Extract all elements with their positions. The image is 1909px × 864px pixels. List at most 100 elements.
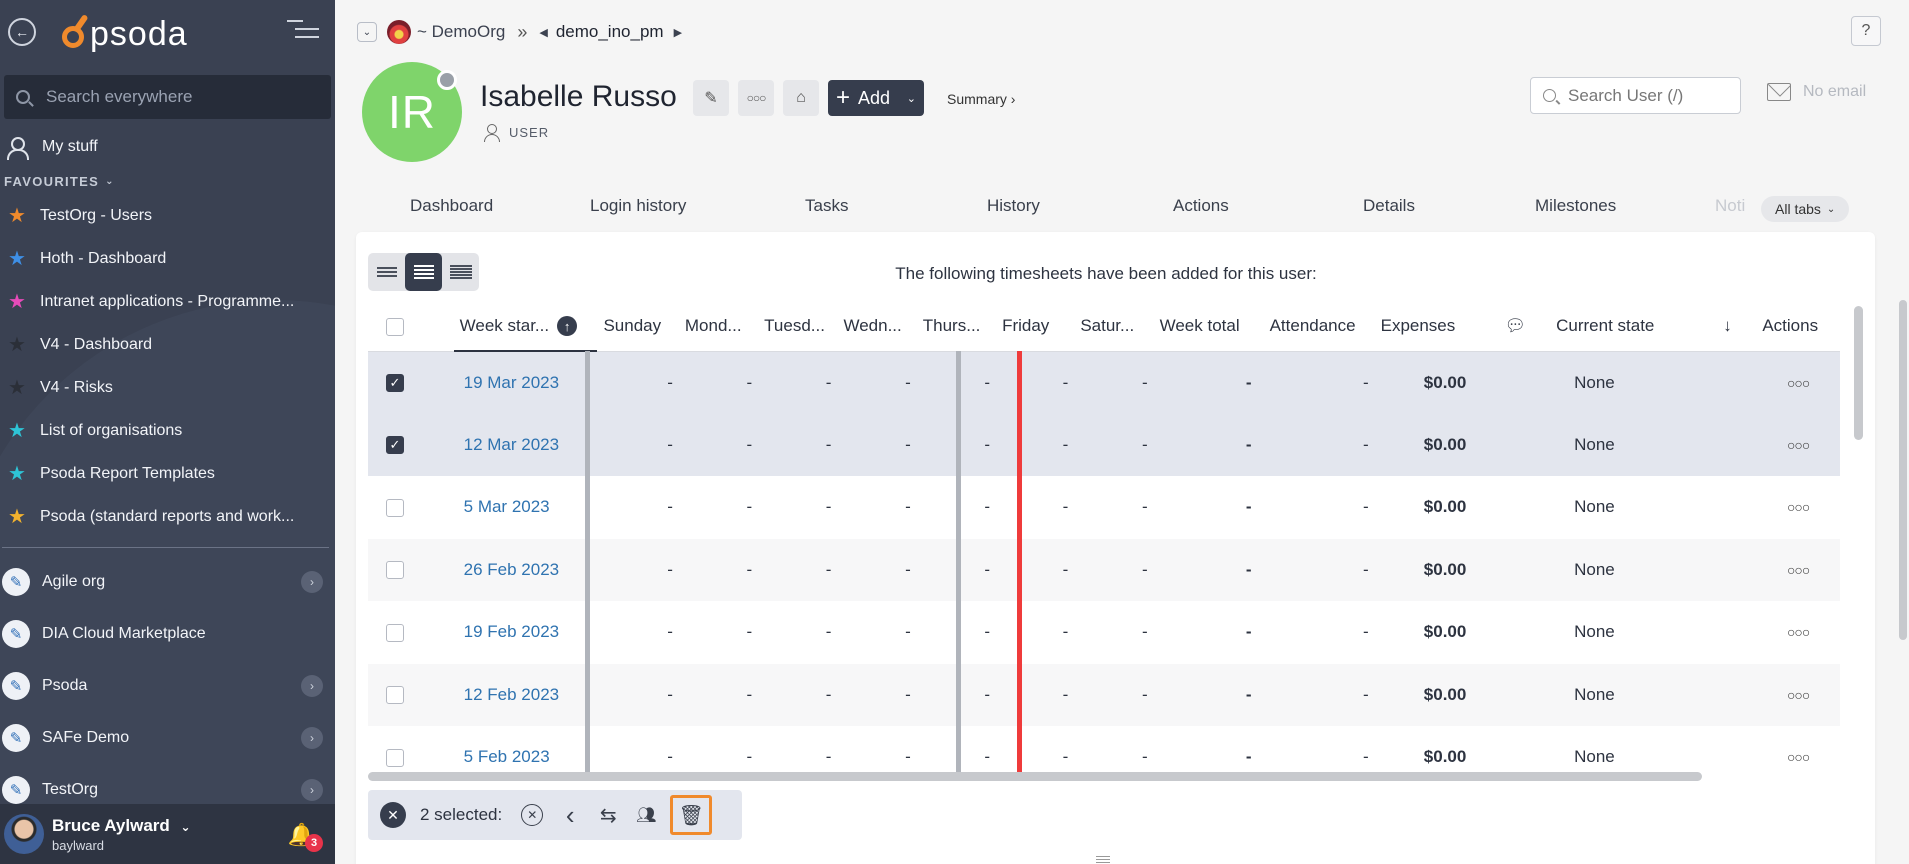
- tab-details[interactable]: Details: [1363, 196, 1415, 216]
- col-thursday[interactable]: Thurs...: [916, 302, 997, 352]
- edit-button[interactable]: ✎: [693, 80, 729, 116]
- tab-notifications[interactable]: Noti: [1715, 196, 1745, 216]
- horizontal-scrollbar[interactable]: [368, 772, 1702, 781]
- week-start-link[interactable]: 12 Mar 2023: [453, 413, 598, 476]
- tab-milestones[interactable]: Milestones: [1535, 196, 1616, 216]
- deselect-button[interactable]: ✕: [521, 804, 544, 826]
- col-wednesday[interactable]: Wedn...: [837, 302, 917, 352]
- collapse-menu-icon[interactable]: [287, 20, 319, 42]
- col-attendance[interactable]: Attendance: [1263, 302, 1375, 352]
- tab-tasks[interactable]: Tasks: [805, 196, 848, 216]
- tab-history[interactable]: History: [987, 196, 1040, 216]
- sidebar-favourite-item[interactable]: ★ V4 - Dashboard: [0, 323, 335, 366]
- row-checkbox[interactable]: ✓: [386, 436, 404, 455]
- summary-link[interactable]: Summary ›: [947, 91, 1015, 107]
- sidebar-favourite-item[interactable]: ★ Psoda Report Templates: [0, 452, 335, 495]
- week-start-link[interactable]: 19 Feb 2023: [454, 601, 598, 664]
- sidebar-favourite-item[interactable]: ★ Hoth - Dashboard: [0, 237, 335, 280]
- more-dots-icon[interactable]: ○○○: [1787, 624, 1810, 640]
- row-actions-cell[interactable]: ○○○: [1756, 726, 1840, 772]
- row-actions-cell[interactable]: ○○○: [1756, 538, 1840, 601]
- col-sunday[interactable]: Sunday: [597, 302, 679, 352]
- sidebar-favourite-item[interactable]: ★ V4 - Risks: [0, 366, 335, 409]
- col-tuesday[interactable]: Tuesd...: [758, 302, 838, 352]
- col-expenses[interactable]: Expenses: [1374, 302, 1481, 352]
- more-dots-icon[interactable]: ○○○: [1787, 375, 1810, 391]
- sidebar-org-item[interactable]: ✎ Psoda ›: [0, 660, 335, 712]
- favourites-heading[interactable]: FAVOURITES ⌄: [0, 168, 335, 194]
- col-monday[interactable]: Mond...: [678, 302, 759, 352]
- sort-ascending-icon[interactable]: ↑: [557, 316, 578, 337]
- help-button[interactable]: ?: [1851, 16, 1881, 46]
- sidebar-favourite-item[interactable]: ★ List of organisations: [0, 409, 335, 452]
- next-arrow-icon[interactable]: ▶: [674, 26, 682, 39]
- breadcrumb-org[interactable]: ~ DemoOrg: [417, 22, 505, 42]
- notifications-bell-icon[interactable]: 🔔 3: [288, 822, 323, 852]
- more-dots-icon[interactable]: ○○○: [1787, 749, 1810, 765]
- back-arrow-icon[interactable]: ←: [8, 18, 36, 46]
- row-select-cell[interactable]: [368, 538, 454, 601]
- tag-button[interactable]: ⌂: [783, 80, 819, 116]
- chevron-right-icon[interactable]: ›: [301, 779, 323, 801]
- user-search-input[interactable]: Search User (/): [1530, 77, 1741, 114]
- more-dots-icon[interactable]: ○○○: [1787, 499, 1810, 515]
- week-start-link[interactable]: 12 Feb 2023: [453, 663, 598, 726]
- select-all-header[interactable]: [368, 302, 454, 352]
- more-dots-icon[interactable]: ○○○: [1787, 687, 1810, 703]
- week-start-link[interactable]: 5 Mar 2023: [454, 476, 598, 539]
- week-start-link[interactable]: 5 Feb 2023: [454, 726, 598, 772]
- row-select-cell[interactable]: [368, 476, 454, 539]
- col-comments[interactable]: 💬︎: [1480, 302, 1551, 352]
- tab-dashboard[interactable]: Dashboard: [410, 196, 493, 216]
- row-select-cell[interactable]: [368, 726, 454, 772]
- move-left-button[interactable]: ‹: [552, 797, 588, 833]
- row-actions-cell[interactable]: ○○○: [1756, 351, 1840, 414]
- clear-selection-button[interactable]: ✕: [380, 802, 406, 828]
- col-friday[interactable]: Friday: [996, 302, 1075, 352]
- col-week-start[interactable]: Week star... ↑: [453, 302, 598, 352]
- col-saturday[interactable]: Satur...: [1074, 302, 1154, 352]
- more-dots-icon[interactable]: ○○○: [1787, 562, 1810, 578]
- row-select-cell[interactable]: ✓: [368, 413, 454, 476]
- row-checkbox[interactable]: [386, 748, 404, 767]
- assign-users-button[interactable]: 👥︎: [628, 797, 664, 833]
- row-select-cell[interactable]: [368, 601, 454, 664]
- psoda-logo[interactable]: psoda: [58, 11, 188, 54]
- sidebar-org-item[interactable]: ✎ SAFe Demo ›: [0, 712, 335, 764]
- chevron-right-icon[interactable]: ›: [301, 571, 323, 593]
- more-dots-icon[interactable]: ○○○: [1787, 437, 1810, 453]
- vertical-scrollbar[interactable]: [1854, 306, 1863, 440]
- row-checkbox[interactable]: [386, 498, 404, 517]
- add-button[interactable]: + Add ⌄: [828, 80, 924, 116]
- sidebar-favourite-item[interactable]: ★ Intranet applications - Programme...: [0, 280, 335, 323]
- current-user-panel[interactable]: Bruce Aylward ⌄ baylward 🔔 3: [0, 804, 335, 864]
- row-checkbox[interactable]: [386, 686, 404, 705]
- sidebar-org-item[interactable]: ✎ Agile org ›: [0, 556, 335, 608]
- sidebar-favourite-item[interactable]: ★ Psoda (standard reports and work...: [0, 495, 335, 538]
- col-week-total[interactable]: Week total: [1153, 302, 1264, 352]
- row-actions-cell[interactable]: ○○○: [1756, 413, 1840, 476]
- week-start-link[interactable]: 19 Mar 2023: [453, 351, 598, 414]
- col-sort[interactable]: ↓: [1717, 302, 1757, 352]
- select-all-checkbox[interactable]: [386, 317, 404, 336]
- breadcrumb-dropdown-chevron-icon[interactable]: ⌄: [357, 22, 377, 42]
- mail-icon[interactable]: [1767, 83, 1791, 101]
- sidebar-org-item[interactable]: ✎ DIA Cloud Marketplace: [0, 608, 335, 660]
- page-scrollbar[interactable]: [1899, 300, 1907, 640]
- delete-button[interactable]: 🗑︎: [670, 795, 713, 835]
- row-actions-cell[interactable]: ○○○: [1756, 601, 1840, 664]
- row-checkbox[interactable]: ✓: [386, 374, 404, 393]
- row-checkbox[interactable]: [386, 623, 404, 642]
- more-options-button[interactable]: ○○○: [738, 80, 774, 116]
- tab-login-history[interactable]: Login history: [590, 196, 686, 216]
- tab-actions[interactable]: Actions: [1173, 196, 1229, 216]
- row-checkbox[interactable]: [386, 561, 404, 580]
- chevron-right-icon[interactable]: ›: [301, 727, 323, 749]
- prev-arrow-icon[interactable]: ◀: [539, 26, 547, 39]
- col-current-state[interactable]: Current state: [1550, 302, 1718, 352]
- global-search-input[interactable]: Search everywhere: [4, 75, 331, 119]
- row-select-cell[interactable]: [368, 663, 454, 726]
- resize-grip-icon[interactable]: [1096, 854, 1110, 864]
- row-actions-cell[interactable]: ○○○: [1756, 476, 1840, 539]
- sidebar-favourite-item[interactable]: ★ TestOrg - Users: [0, 194, 335, 237]
